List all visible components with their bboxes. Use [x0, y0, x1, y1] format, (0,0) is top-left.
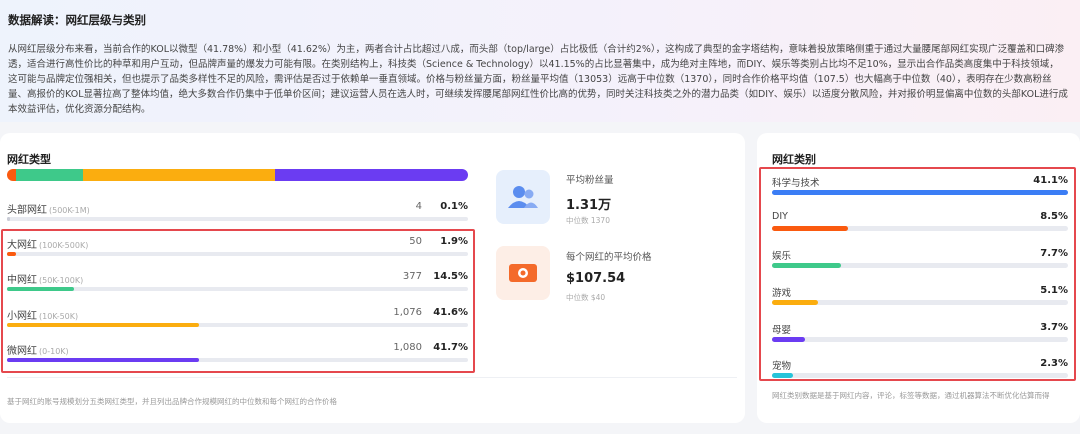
- insight-title: 数据解读：网红层级与类别: [8, 13, 146, 27]
- avg-fans-median: 中位数 1370: [566, 216, 610, 225]
- tier-name: 头部网红 (500K-1M): [7, 205, 90, 216]
- influencer-type-title: 网红类型: [7, 153, 51, 166]
- stack-segment: [275, 169, 468, 181]
- money-icon: [496, 246, 550, 300]
- users-icon: [496, 170, 550, 224]
- avg-fans-label: 平均粉丝量: [566, 175, 614, 186]
- category-footnote: 网红类别数据是基于网红内容，评论，标签等数据，通过机器算法不断优化估算而得: [772, 391, 1050, 400]
- avg-price-label: 每个网红的平均价格: [566, 252, 652, 263]
- stack-segment: [7, 169, 16, 181]
- avg-price-median: 中位数 $40: [566, 293, 606, 302]
- tier-stacked-bar: [7, 169, 468, 181]
- avg-fans-value: 1.31万: [566, 198, 612, 213]
- tier-row: 头部网红 (500K-1M) 4 0.1%: [7, 201, 468, 231]
- insight-body: 从网红层级分布来看，当前合作的KOL以微型（41.78%）和小型（41.62%）…: [8, 44, 1068, 115]
- tier-track: [7, 217, 468, 221]
- tier-range: (500K-1M): [49, 206, 90, 215]
- tier-percent: 0.1%: [440, 201, 468, 212]
- stack-segment: [15, 169, 83, 181]
- stack-segment: [82, 169, 276, 181]
- tier-count: 4: [415, 201, 422, 212]
- type-footnote: 基于网红的账号规模划分五类网红类型，并且列出品牌合作规模网红的中位数和每个网红的…: [7, 397, 337, 406]
- avg-price-value: $107.54: [566, 271, 626, 286]
- category-highlight-box: [759, 167, 1076, 381]
- divider: [7, 377, 737, 378]
- influencer-category-title: 网红类别: [772, 153, 816, 166]
- insight-panel: 数据解读：网红层级与类别 从网红层级分布来看，当前合作的KOL以微型（41.78…: [0, 0, 1080, 122]
- tier-fill: [7, 217, 10, 221]
- tier-highlight-box: [1, 229, 475, 373]
